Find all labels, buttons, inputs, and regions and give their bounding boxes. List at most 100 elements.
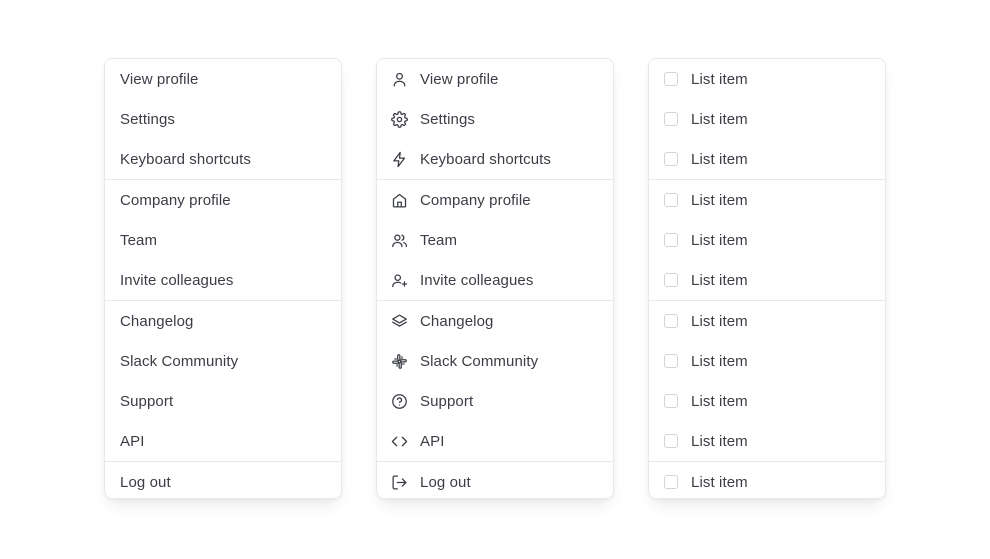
menu-group-4: List item: [649, 462, 885, 502]
checkbox-list-item[interactable]: List item: [649, 260, 885, 300]
checkbox-list-item[interactable]: List item: [649, 180, 885, 220]
menu-item-company-profile[interactable]: Company profile: [105, 180, 341, 220]
checkbox[interactable]: [664, 314, 678, 328]
menu-item-settings[interactable]: Settings: [105, 99, 341, 139]
checkbox[interactable]: [664, 354, 678, 368]
menu-item-label: Company profile: [120, 191, 231, 209]
checkbox[interactable]: [664, 233, 678, 247]
code-icon: [391, 433, 408, 450]
checkbox[interactable]: [664, 112, 678, 126]
menu-item-api[interactable]: API: [377, 421, 613, 461]
checkbox[interactable]: [664, 394, 678, 408]
menu-item-label: Invite colleagues: [420, 271, 534, 289]
menu-item-label: API: [120, 432, 145, 450]
list-item-label: List item: [691, 473, 748, 491]
user-plus-icon: [391, 272, 408, 289]
logout-icon: [391, 474, 408, 491]
menu-item-label: Log out: [420, 473, 471, 491]
menu-item-api[interactable]: API: [105, 421, 341, 461]
menu-group-account: View profile Settings Keyboard shortcuts: [377, 59, 613, 180]
dropdown-menu-plain: View profile Settings Keyboard shortcuts…: [104, 58, 342, 499]
menu-item-invite-colleagues[interactable]: Invite colleagues: [105, 260, 341, 300]
menu-item-changelog[interactable]: Changelog: [105, 301, 341, 341]
menu-group-session: Log out: [377, 462, 613, 502]
list-item-label: List item: [691, 231, 748, 249]
menu-item-label: Company profile: [420, 191, 531, 209]
menu-group-company: Company profile Team Invite colleagues: [105, 180, 341, 301]
checkbox-list-item[interactable]: List item: [649, 341, 885, 381]
menu-item-invite-colleagues[interactable]: Invite colleagues: [377, 260, 613, 300]
list-item-label: List item: [691, 432, 748, 450]
checkbox-list-item[interactable]: List item: [649, 301, 885, 341]
list-item-label: List item: [691, 191, 748, 209]
help-circle-icon: [391, 393, 408, 410]
list-item-label: List item: [691, 312, 748, 330]
menu-item-label: Support: [120, 392, 174, 410]
menu-item-changelog[interactable]: Changelog: [377, 301, 613, 341]
checkbox[interactable]: [664, 273, 678, 287]
menu-item-slack-community[interactable]: Slack Community: [105, 341, 341, 381]
checkbox[interactable]: [664, 72, 678, 86]
list-item-label: List item: [691, 271, 748, 289]
menu-item-label: Keyboard shortcuts: [120, 150, 252, 168]
menu-item-support[interactable]: Support: [377, 381, 613, 421]
layers-icon: [391, 313, 408, 330]
menu-item-company-profile[interactable]: Company profile: [377, 180, 613, 220]
lightning-icon: [391, 151, 408, 168]
menu-item-view-profile[interactable]: View profile: [105, 59, 341, 99]
menu-group-3: List item List item List item List item: [649, 301, 885, 462]
menu-item-label: View profile: [420, 70, 499, 88]
menu-item-label: Changelog: [120, 312, 194, 330]
menu-item-label: Team: [420, 231, 458, 249]
checkbox-list-item[interactable]: List item: [649, 421, 885, 461]
menu-item-log-out[interactable]: Log out: [105, 462, 341, 502]
menu-item-label: Settings: [120, 110, 175, 128]
list-item-label: List item: [691, 70, 748, 88]
list-item-label: List item: [691, 392, 748, 410]
checkbox-list-item[interactable]: List item: [649, 99, 885, 139]
checkbox-list-item[interactable]: List item: [649, 59, 885, 99]
menu-item-support[interactable]: Support: [105, 381, 341, 421]
home-icon: [391, 192, 408, 209]
menu-item-label: Changelog: [420, 312, 494, 330]
menu-item-label: Invite colleagues: [120, 271, 234, 289]
menu-item-label: Support: [420, 392, 474, 410]
checkbox-list-item[interactable]: List item: [649, 462, 885, 502]
menu-item-view-profile[interactable]: View profile: [377, 59, 613, 99]
checkbox-list-item[interactable]: List item: [649, 381, 885, 421]
dropdown-menus-canvas: View profile Settings Keyboard shortcuts…: [0, 0, 990, 559]
checkbox[interactable]: [664, 434, 678, 448]
menu-item-keyboard-shortcuts[interactable]: Keyboard shortcuts: [377, 139, 613, 179]
menu-item-team[interactable]: Team: [105, 220, 341, 260]
menu-item-slack-community[interactable]: Slack Community: [377, 341, 613, 381]
menu-item-label: API: [420, 432, 445, 450]
list-item-label: List item: [691, 150, 748, 168]
menu-item-settings[interactable]: Settings: [377, 99, 613, 139]
menu-item-label: Settings: [420, 110, 475, 128]
user-icon: [391, 71, 408, 88]
checkbox-list-item[interactable]: List item: [649, 220, 885, 260]
menu-group-1: List item List item List item: [649, 59, 885, 180]
menu-item-label: View profile: [120, 70, 199, 88]
menu-group-session: Log out: [105, 462, 341, 502]
menu-item-keyboard-shortcuts[interactable]: Keyboard shortcuts: [105, 139, 341, 179]
menu-item-label: Slack Community: [120, 352, 239, 370]
menu-item-team[interactable]: Team: [377, 220, 613, 260]
menu-group-2: List item List item List item: [649, 180, 885, 301]
menu-group-resources: Changelog Slack Community Support API: [377, 301, 613, 462]
menu-group-resources: Changelog Slack Community Support API: [105, 301, 341, 462]
list-item-label: List item: [691, 110, 748, 128]
menu-item-label: Slack Community: [420, 352, 539, 370]
menu-group-company: Company profile Team Invite colleagues: [377, 180, 613, 301]
menu-item-label: Keyboard shortcuts: [420, 150, 552, 168]
checkbox[interactable]: [664, 152, 678, 166]
list-item-label: List item: [691, 352, 748, 370]
dropdown-menu-icons: View profile Settings Keyboard shortcuts: [376, 58, 614, 499]
checkbox[interactable]: [664, 193, 678, 207]
checkbox-list-item[interactable]: List item: [649, 139, 885, 179]
menu-item-log-out[interactable]: Log out: [377, 462, 613, 502]
menu-item-label: Log out: [120, 473, 171, 491]
checkbox[interactable]: [664, 475, 678, 489]
slack-icon: [391, 353, 408, 370]
menu-group-account: View profile Settings Keyboard shortcuts: [105, 59, 341, 180]
